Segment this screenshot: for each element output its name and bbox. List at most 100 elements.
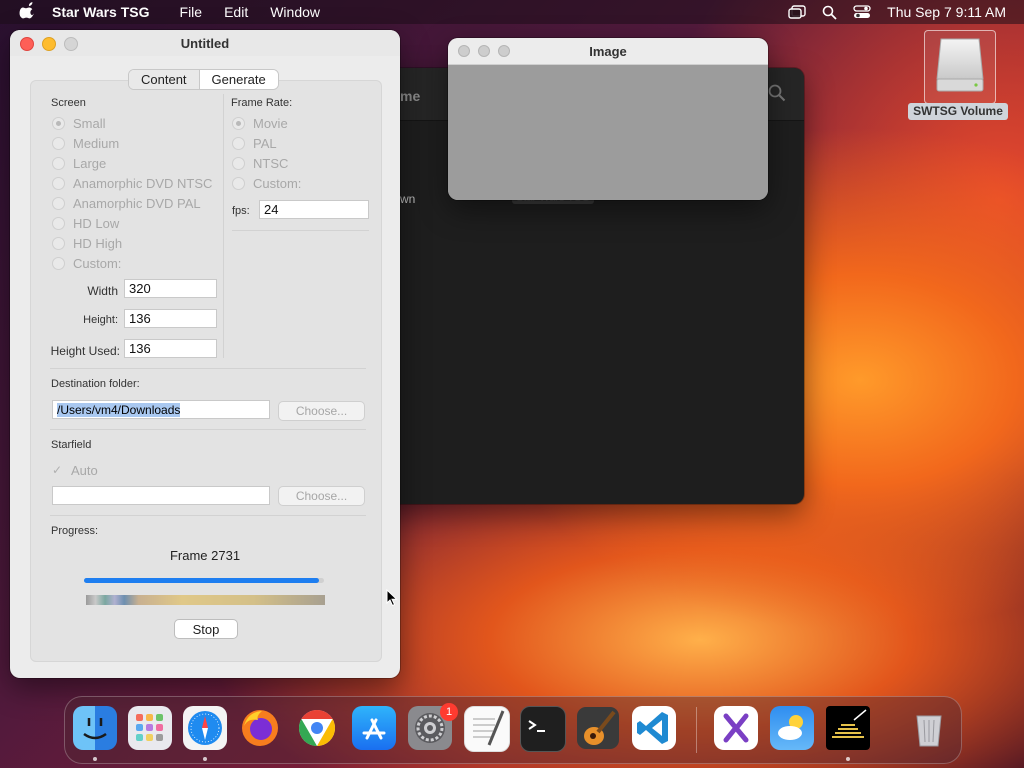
- height-label: Height:: [83, 314, 118, 326]
- screen-option-hd-low[interactable]: HD Low: [52, 216, 119, 231]
- frame-rate-option-pal[interactable]: PAL: [232, 136, 277, 151]
- image-window[interactable]: Image: [448, 38, 768, 200]
- frame-rate-option-movie[interactable]: Movie: [232, 116, 288, 131]
- terminal-icon[interactable]: [520, 706, 566, 752]
- radio-icon: [52, 157, 65, 170]
- radio-icon: [52, 177, 65, 190]
- finder-icon[interactable]: [73, 706, 117, 750]
- minimize-icon[interactable]: [478, 45, 490, 57]
- safari-running-indicator: [203, 757, 207, 761]
- window-menu[interactable]: Window: [270, 4, 320, 20]
- image-window-title: Image: [589, 43, 627, 59]
- image-window-titlebar[interactable]: Image: [448, 38, 768, 65]
- edit-menu[interactable]: Edit: [224, 4, 248, 20]
- radio-icon: [232, 157, 245, 170]
- radio-icon: [232, 117, 245, 130]
- textedit-icon[interactable]: [464, 706, 510, 752]
- starfield-auto-checkbox[interactable]: ✓ Auto: [52, 463, 98, 478]
- radio-icon: [232, 177, 245, 190]
- frame-rate-option-custom[interactable]: Custom:: [232, 176, 301, 191]
- starfield-choose-button[interactable]: Choose...: [278, 486, 365, 506]
- section-divider: [50, 429, 366, 430]
- progress-bar-track: [84, 578, 324, 583]
- progress-bar-fill: [84, 578, 320, 583]
- frame-rate-label: Frame Rate:: [231, 97, 293, 109]
- radio-icon: [52, 117, 65, 130]
- garageband-icon[interactable]: [576, 706, 620, 750]
- stop-button[interactable]: Stop: [174, 619, 238, 639]
- screen-option-anamorphic-pal[interactable]: Anamorphic DVD PAL: [52, 196, 201, 211]
- progress-label: Progress:: [51, 525, 99, 537]
- vscode-icon[interactable]: [632, 706, 676, 750]
- close-icon[interactable]: [20, 37, 34, 51]
- minimize-icon[interactable]: [42, 37, 56, 51]
- screen-option-large[interactable]: Large: [52, 156, 106, 171]
- chrome-icon[interactable]: [295, 706, 339, 750]
- group-divider: [223, 94, 224, 358]
- file-menu[interactable]: File: [180, 4, 203, 20]
- width-field[interactable]: 320: [124, 279, 217, 298]
- generator-window[interactable]: Untitled Content Generate Screen Small M…: [10, 30, 400, 678]
- close-icon[interactable]: [458, 45, 470, 57]
- weather-icon[interactable]: [770, 706, 814, 750]
- screen-option-medium[interactable]: Medium: [52, 136, 119, 151]
- checkmark-icon: ✓: [52, 463, 63, 477]
- frame-rate-divider: [232, 230, 369, 231]
- fps-field[interactable]: 24: [259, 200, 369, 219]
- radio-icon: [232, 137, 245, 150]
- height-used-label: Height Used:: [50, 344, 120, 358]
- visual-studio-icon[interactable]: [714, 706, 758, 750]
- firefox-icon[interactable]: [238, 706, 282, 750]
- destination-choose-button[interactable]: Choose...: [278, 401, 365, 421]
- trash-icon[interactable]: [907, 706, 951, 750]
- main-window-titlebar[interactable]: Untitled: [10, 30, 400, 56]
- frame-rate-option-ntsc[interactable]: NTSC: [232, 156, 288, 171]
- section-divider: [50, 515, 366, 516]
- starfield-label: Starfield: [51, 439, 92, 451]
- tab-generate[interactable]: Generate: [198, 70, 278, 89]
- tab-control: Content Generate: [128, 69, 279, 90]
- screen-label: Screen: [51, 97, 86, 109]
- destination-path-field[interactable]: /Users/vm4/Downloads: [52, 400, 270, 419]
- app-name-menu[interactable]: Star Wars TSG: [52, 4, 150, 20]
- control-center-icon[interactable]: [853, 5, 871, 19]
- star-wars-tsg-app-icon[interactable]: [826, 706, 870, 750]
- starfield-path-field[interactable]: [52, 486, 270, 505]
- search-icon[interactable]: [768, 84, 786, 102]
- screen-option-anamorphic-ntsc[interactable]: Anamorphic DVD NTSC: [52, 176, 212, 191]
- apple-logo-icon[interactable]: [18, 2, 38, 22]
- zoom-icon[interactable]: [64, 37, 78, 51]
- destination-path-text: /Users/vm4/Downloads: [57, 403, 181, 417]
- window-stack-icon[interactable]: [788, 5, 806, 19]
- tab-content[interactable]: Content: [129, 70, 199, 89]
- spotlight-search-icon[interactable]: [822, 5, 837, 20]
- screen-option-hd-high[interactable]: HD High: [52, 236, 122, 251]
- height-field[interactable]: 136: [124, 309, 217, 328]
- volume-drive-icon[interactable]: [924, 30, 996, 104]
- volume-drive-label[interactable]: SWTSG Volume: [908, 103, 1008, 120]
- notification-badge: 1: [440, 703, 458, 721]
- screen-option-small[interactable]: Small: [52, 116, 106, 131]
- app-store-icon[interactable]: [352, 706, 396, 750]
- finder-running-indicator: [93, 757, 97, 761]
- destination-label: Destination folder:: [51, 378, 140, 390]
- background-header-fragment: me: [400, 88, 421, 104]
- progress-status: Frame 2731: [169, 548, 241, 563]
- radio-icon: [52, 197, 65, 210]
- height-used-field: 136: [124, 339, 217, 358]
- frame-preview-strip: [86, 595, 325, 605]
- width-label: Width: [87, 284, 118, 298]
- menu-clock[interactable]: Thu Sep 7 9:11 AM: [887, 4, 1006, 20]
- screen-option-custom[interactable]: Custom:: [52, 256, 121, 271]
- radio-icon: [52, 217, 65, 230]
- menu-bar: Star Wars TSG File Edit Window Thu Sep 7…: [0, 0, 1024, 24]
- radio-icon: [52, 137, 65, 150]
- safari-icon[interactable]: [183, 706, 227, 750]
- section-divider: [50, 368, 366, 369]
- background-sidebar-fragment: wn: [400, 192, 416, 206]
- main-window-title: Untitled: [180, 35, 230, 51]
- radio-icon: [52, 237, 65, 250]
- dock-separator: [696, 707, 697, 753]
- zoom-icon[interactable]: [498, 45, 510, 57]
- launchpad-icon[interactable]: [128, 706, 172, 750]
